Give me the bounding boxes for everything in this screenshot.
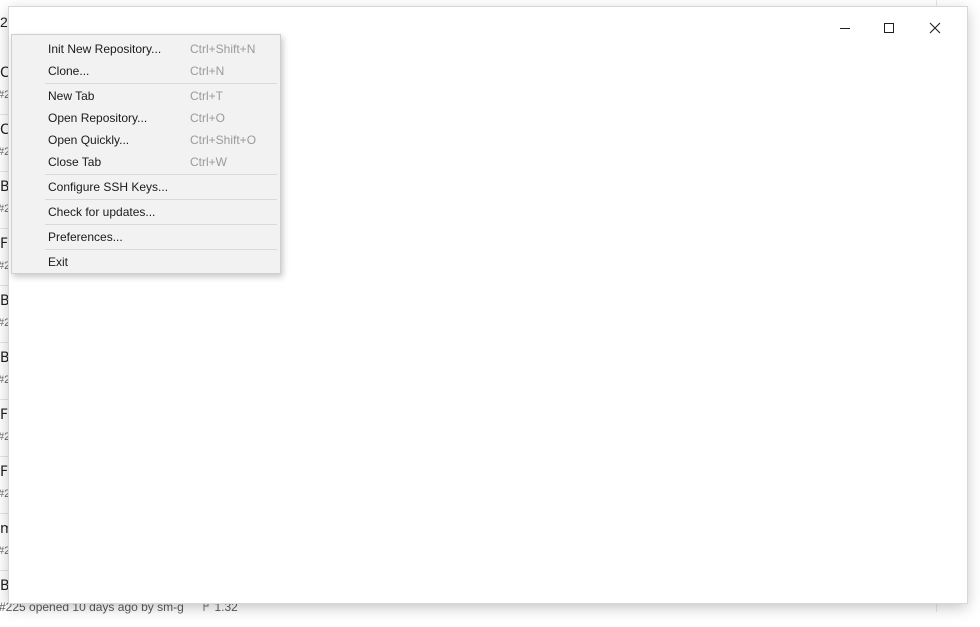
menu-item-open-quickly[interactable]: Open Quickly... Ctrl+Shift+O: [12, 129, 280, 151]
menu-item-close-tab[interactable]: Close Tab Ctrl+W: [12, 151, 280, 173]
menu-item-label: Open Quickly...: [48, 133, 130, 147]
menu-item-clone[interactable]: Clone... Ctrl+N: [12, 60, 280, 82]
menu-item-open-repository[interactable]: Open Repository... Ctrl+O: [12, 107, 280, 129]
list-item-title: F: [0, 407, 9, 423]
menu-item-shortcut: Ctrl+N: [190, 64, 225, 78]
menu-item-shortcut: Ctrl+W: [190, 155, 227, 169]
menu-separator: [45, 174, 277, 175]
menu-item-label: Preferences...: [48, 230, 123, 244]
menu-item-new-tab[interactable]: New Tab Ctrl+T: [12, 85, 280, 107]
menu-item-label: Exit: [48, 255, 69, 269]
menu-item-label: Check for updates...: [48, 205, 156, 219]
menu-item-label: New Tab: [48, 89, 95, 103]
menu-item-label: Init New Repository...: [48, 42, 162, 56]
close-button[interactable]: [913, 13, 957, 43]
file-menu: Init New Repository... Ctrl+Shift+N Clon…: [11, 34, 281, 274]
menu-item-preferences[interactable]: Preferences...: [12, 226, 280, 248]
close-icon: [929, 22, 941, 34]
menu-item-label: Clone...: [48, 64, 90, 78]
menu-separator: [45, 199, 277, 200]
menu-item-configure-ssh-keys[interactable]: Configure SSH Keys...: [12, 176, 280, 198]
menu-item-label: Open Repository...: [48, 111, 148, 125]
minimize-button[interactable]: [823, 13, 867, 43]
branch-icon: [203, 603, 209, 611]
maximize-icon: [884, 23, 894, 33]
minimize-icon: [840, 28, 850, 29]
menu-separator: [45, 83, 277, 84]
menu-item-init-new-repository[interactable]: Init New Repository... Ctrl+Shift+N: [12, 38, 280, 60]
menu-item-shortcut: Ctrl+Shift+N: [190, 42, 256, 56]
menu-item-shortcut: Ctrl+Shift+O: [190, 133, 257, 147]
menu-item-check-for-updates[interactable]: Check for updates...: [12, 201, 280, 223]
menu-separator: [45, 224, 277, 225]
menu-item-label: Configure SSH Keys...: [48, 180, 169, 194]
menu-item-exit[interactable]: Exit: [12, 251, 280, 273]
maximize-button[interactable]: [867, 13, 911, 43]
list-item-title: F: [0, 236, 9, 252]
menu-item-shortcut: Ctrl+O: [190, 111, 226, 125]
menu-item-shortcut: Ctrl+T: [190, 89, 223, 103]
menu-separator: [45, 249, 277, 250]
background-header-fragment: 2: [0, 14, 8, 30]
menu-item-label: Close Tab: [48, 155, 102, 169]
